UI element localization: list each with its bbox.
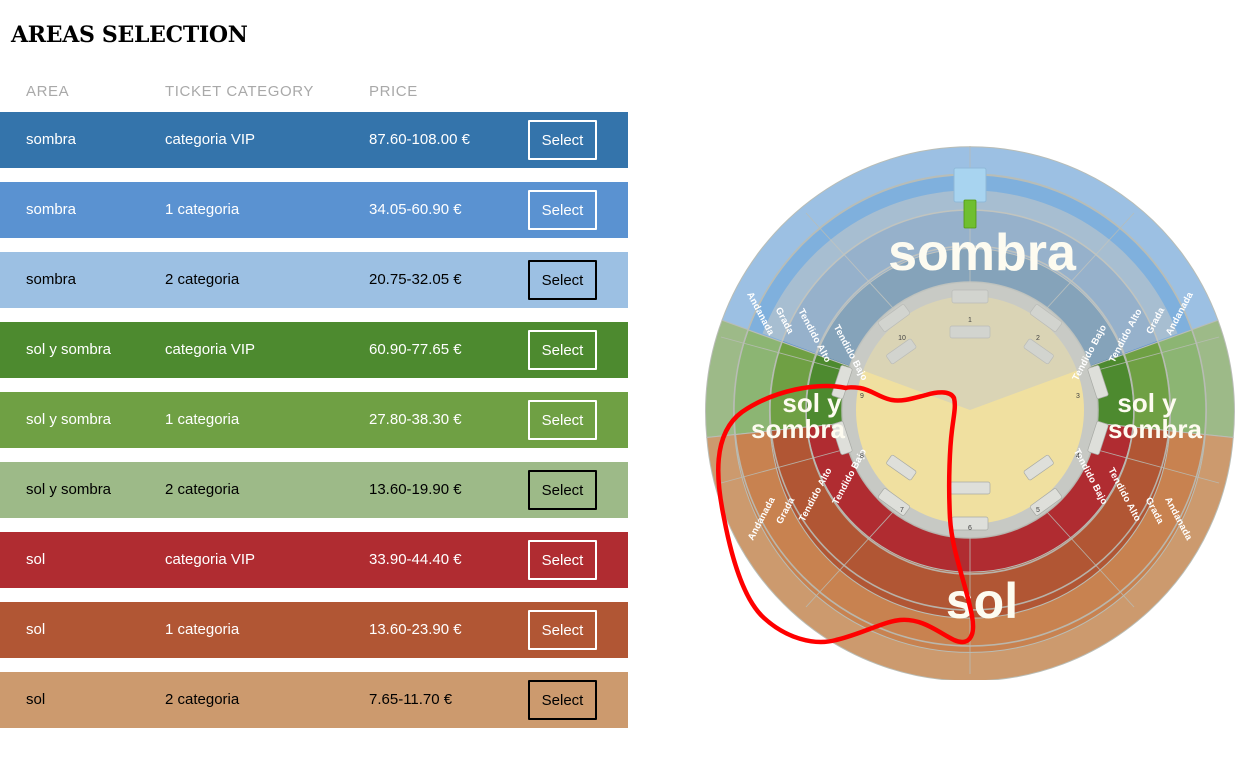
table-row[interactable]: sol y sombra 1 categoria 27.80-38.30 € Sele…	[0, 392, 628, 448]
zone-label-solysombra-left-line2: sombra	[751, 414, 845, 444]
column-header-area: AREA	[26, 82, 70, 100]
cell-price: 20.75-32.05 €	[369, 270, 462, 288]
sector-number: 2	[1036, 335, 1040, 342]
column-header-category: TICKET CATEGORY	[165, 82, 315, 100]
cell-ticket-category: 1 categoria	[165, 620, 240, 638]
cell-action: Select	[528, 610, 628, 650]
select-button[interactable]: Select	[528, 400, 597, 440]
select-button[interactable]: Select	[528, 540, 597, 580]
cell-ticket-category: 1 categoria	[165, 200, 240, 218]
cell-ticket-category: categoria VIP	[165, 130, 256, 148]
cell-action: Select	[528, 330, 628, 370]
zone-label-sol: sol	[946, 573, 1018, 629]
cell-ticket-category: 2 categoria	[165, 690, 240, 708]
sector-number: 7	[900, 507, 904, 514]
select-button[interactable]: Select	[528, 680, 597, 720]
zone-label-solysombra-right-line2: sombra	[1108, 414, 1202, 444]
cell-price: 87.60-108.00 €	[369, 130, 470, 148]
cell-price: 34.05-60.90 €	[369, 200, 462, 218]
table-row[interactable]: sombra 1 categoria 34.05-60.90 € Select	[0, 182, 628, 238]
select-button[interactable]: Select	[528, 120, 597, 160]
cell-ticket-category: categoria VIP	[165, 550, 256, 568]
sector-number: 3	[1076, 393, 1080, 400]
select-button[interactable]: Select	[528, 260, 597, 300]
sector-number: 10	[898, 335, 906, 342]
area-group: sombra categoria VIP 87.60-108.00 € Select s…	[0, 112, 628, 308]
areas-table: AREA TICKET CATEGORY PRICE sombra categor…	[0, 70, 628, 728]
select-button[interactable]: Select	[528, 330, 597, 370]
cell-action: Select	[528, 470, 628, 510]
table-row[interactable]: sol y sombra categoria VIP 60.90-77.65 € Se…	[0, 322, 628, 378]
cell-ticket-category: 2 categoria	[165, 270, 240, 288]
select-button[interactable]: Select	[528, 470, 597, 510]
select-button[interactable]: Select	[528, 610, 597, 650]
area-group: sol categoria VIP 33.90-44.40 € Select sol 1 …	[0, 532, 628, 728]
cell-price: 27.80-38.30 €	[369, 410, 462, 428]
cell-action: Select	[528, 540, 628, 580]
sector-number: 4	[1076, 453, 1080, 460]
zone-label-sombra: sombra	[888, 224, 1077, 282]
cell-action: Select	[528, 400, 628, 440]
areas-selection-page: AREAS SELECTION AREA TICKET CATEGORY PRI…	[0, 0, 1236, 773]
cell-area: sol	[26, 690, 46, 708]
cell-action: Select	[528, 120, 628, 160]
table-header-row: AREA TICKET CATEGORY PRICE	[0, 70, 628, 112]
cell-price: 13.60-19.90 €	[369, 480, 462, 498]
bullring-svg[interactable]: Andanada Grada Tendido Alto Tendido Bajo…	[700, 140, 1236, 680]
sector-number: 8	[860, 453, 864, 460]
cell-action: Select	[528, 680, 628, 720]
sector-number: 5	[1036, 507, 1040, 514]
sector-number: 1	[968, 317, 972, 324]
sector-number: 6	[968, 525, 972, 532]
cell-price: 13.60-23.90 €	[369, 620, 462, 638]
cell-area: sombra	[26, 200, 77, 218]
palco-box[interactable]	[953, 167, 987, 203]
column-header-price: PRICE	[369, 82, 418, 100]
table-row[interactable]: sol 2 categoria 7.65-11.70 € Select	[0, 672, 628, 728]
sector-number: 9	[860, 393, 864, 400]
cell-area: sombra	[26, 270, 77, 288]
cell-area: sol y sombra	[26, 410, 112, 428]
cell-area: sombra	[26, 130, 77, 148]
cell-action: Select	[528, 190, 628, 230]
cell-area: sol	[26, 620, 46, 638]
table-row[interactable]: sombra 2 categoria 20.75-32.05 € Select	[0, 252, 628, 308]
cell-ticket-category: 2 categoria	[165, 480, 240, 498]
cell-area: sol y sombra	[26, 480, 112, 498]
cell-price: 33.90-44.40 €	[369, 550, 462, 568]
bullring-seating-map[interactable]: Andanada Grada Tendido Alto Tendido Bajo…	[700, 140, 1236, 680]
cell-area: sol	[26, 550, 46, 568]
table-row[interactable]: sol categoria VIP 33.90-44.40 € Select	[0, 532, 628, 588]
cell-ticket-category: 1 categoria	[165, 410, 240, 428]
cell-area: sol y sombra	[26, 340, 112, 358]
cell-action: Select	[528, 260, 628, 300]
select-button[interactable]: Select	[528, 190, 597, 230]
cell-ticket-category: categoria VIP	[165, 340, 256, 358]
areas-row-list: sombra categoria VIP 87.60-108.00 € Select s…	[0, 112, 628, 728]
cell-price: 7.65-11.70 €	[369, 690, 453, 708]
table-row[interactable]: sol 1 categoria 13.60-23.90 € Select	[0, 602, 628, 658]
table-row[interactable]: sombra categoria VIP 87.60-108.00 € Select	[0, 112, 628, 168]
area-group: sol y sombra categoria VIP 60.90-77.65 € Se…	[0, 322, 628, 518]
table-row[interactable]: sol y sombra 2 categoria 13.60-19.90 € Sele…	[0, 462, 628, 518]
page-title: AREAS SELECTION	[11, 21, 248, 48]
cell-price: 60.90-77.65 €	[369, 340, 462, 358]
